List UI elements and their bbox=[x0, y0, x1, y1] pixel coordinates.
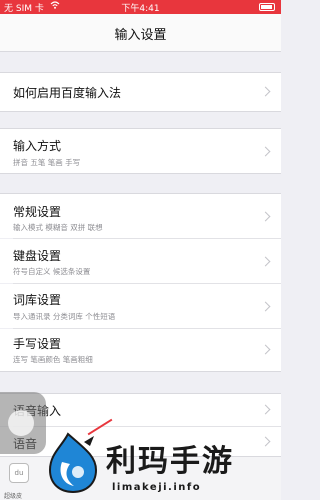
row-label: 常规设置 bbox=[13, 205, 62, 219]
battery-icon bbox=[259, 3, 275, 11]
assistive-touch-button[interactable] bbox=[0, 392, 46, 454]
row-label: 手写设置 bbox=[13, 337, 62, 351]
nav-bar: 输入设置 bbox=[0, 14, 281, 52]
row-label: 输入方式 bbox=[13, 139, 62, 153]
status-bar: 无 SIM 卡 下午4:41 bbox=[0, 0, 281, 14]
chevron-right-icon bbox=[260, 86, 271, 97]
app-label: 超级皮 bbox=[4, 493, 23, 500]
row-subtitle: 输入模式 模糊音 双拼 联想 bbox=[13, 223, 103, 232]
status-time: 下午4:41 bbox=[121, 4, 160, 14]
chevron-right-icon bbox=[260, 256, 271, 267]
app-icon[interactable]: du bbox=[9, 463, 29, 483]
row-handwriting-settings[interactable]: 手写设置 连写 笔画颜色 笔画粗细 bbox=[0, 329, 281, 371]
section-divider bbox=[0, 371, 281, 372]
row-label: 词库设置 bbox=[13, 293, 62, 307]
chevron-right-icon bbox=[260, 436, 271, 447]
page-title: 输入设置 bbox=[114, 28, 167, 43]
row-lexicon-settings[interactable]: 词库设置 导入通讯录 分类词库 个性短语 bbox=[0, 284, 281, 328]
assistive-touch-icon bbox=[8, 410, 34, 436]
chevron-right-icon bbox=[260, 344, 271, 355]
chevron-right-icon bbox=[260, 301, 271, 312]
chevron-right-icon bbox=[260, 404, 271, 415]
row-label: 键盘设置 bbox=[13, 249, 62, 263]
chevron-right-icon bbox=[260, 211, 271, 222]
row-subtitle: 符号自定义 候选条设置 bbox=[13, 267, 91, 276]
row-general-settings[interactable]: 常规设置 输入模式 模糊音 双拼 联想 bbox=[0, 194, 281, 238]
row-subtitle: 连写 笔画颜色 笔画粗细 bbox=[13, 355, 93, 364]
row-how-to-enable[interactable]: 如何启用百度输入法 bbox=[0, 73, 281, 111]
row-subtitle: 导入通讯录 分类词库 个性短语 bbox=[13, 312, 116, 321]
row-label: 如何启用百度输入法 bbox=[13, 86, 122, 100]
row-subtitle: 拼音 五笔 笔画 手写 bbox=[13, 158, 81, 167]
section-divider bbox=[0, 111, 281, 112]
row-keyboard-settings[interactable]: 键盘设置 符号自定义 候选条设置 bbox=[0, 239, 281, 283]
watermark-url: limakeji.info bbox=[112, 482, 202, 493]
row-input-method[interactable]: 输入方式 拼音 五笔 笔画 手写 bbox=[0, 129, 281, 173]
chevron-right-icon bbox=[260, 146, 271, 157]
watermark-logo-icon bbox=[48, 432, 98, 494]
section-divider bbox=[0, 173, 281, 174]
watermark-title: 利玛手游 bbox=[106, 444, 234, 479]
